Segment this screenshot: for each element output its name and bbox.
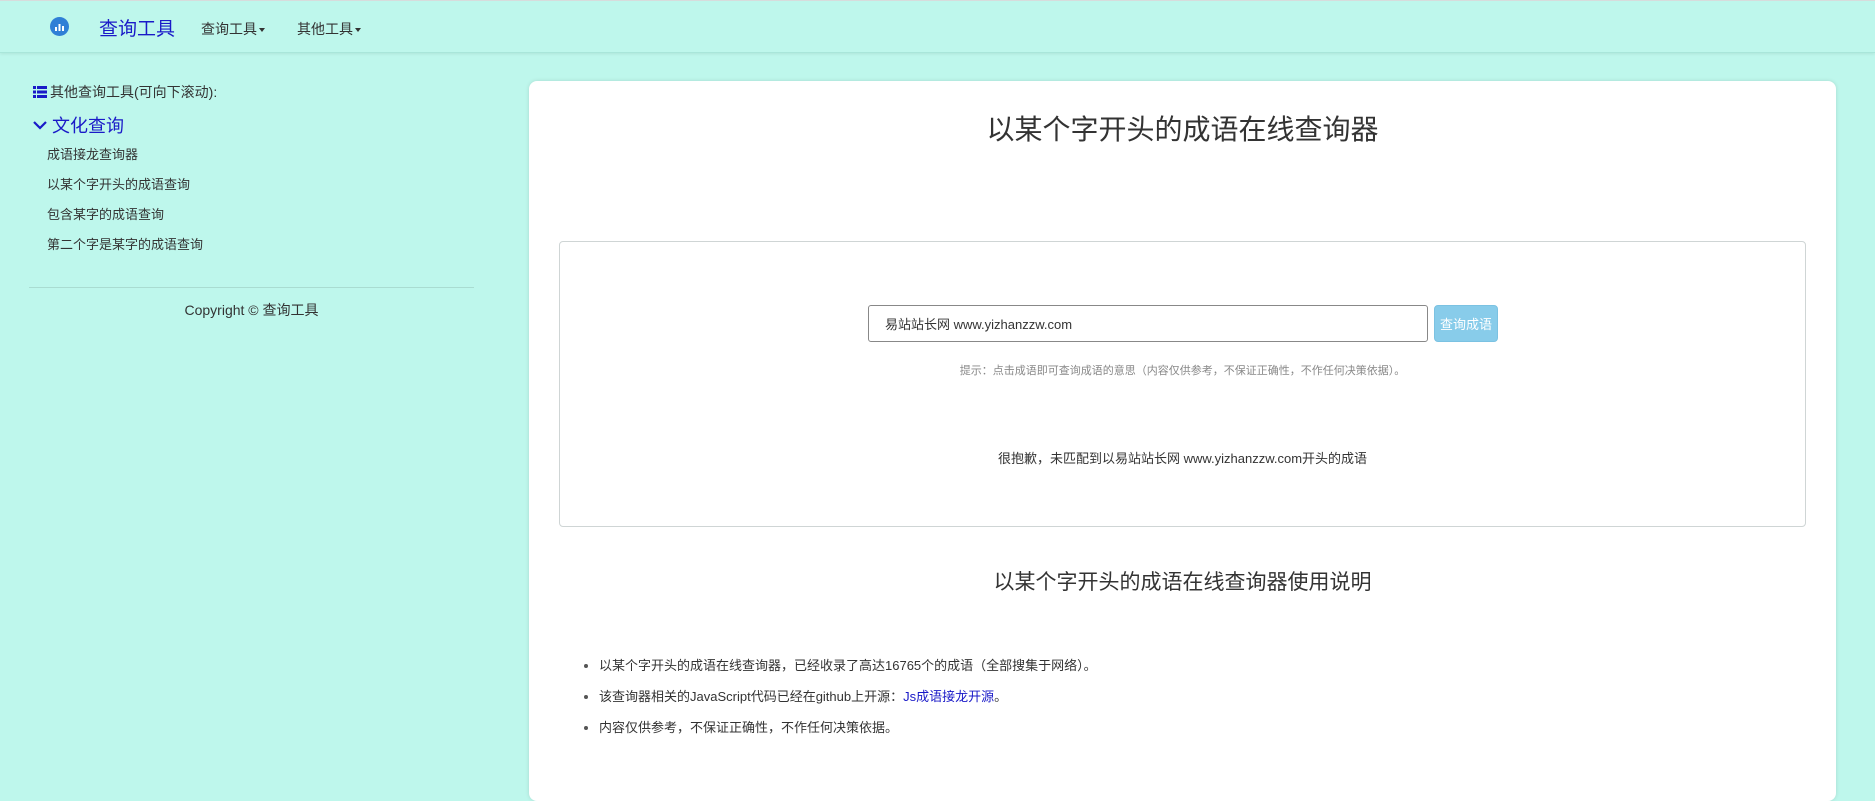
- nav-menu-label: 查询工具: [201, 21, 257, 37]
- github-source-link[interactable]: Js成语接龙开源: [903, 689, 994, 704]
- search-idiom-button[interactable]: 查询成语: [1434, 305, 1498, 342]
- usage-title: 以某个字开头的成语在线查询器使用说明: [993, 571, 1372, 594]
- result-message: 很抱歉，未匹配到以易站站长网 www.yizhanzzw.com开头的成语: [997, 451, 1368, 466]
- nav-menu-query-tools[interactable]: 查询工具: [201, 19, 265, 39]
- caret-down-icon: [259, 28, 265, 33]
- caret-down-icon: [355, 28, 361, 33]
- sidebar-header: 其他查询工具(可向下滚动):: [33, 82, 217, 102]
- usage-list: 以某个字开头的成语在线查询器，已经收录了高达16765个的成语（全部搜集于网络）…: [583, 650, 1097, 743]
- list-item: 以某个字开头的成语在线查询器，已经收录了高达16765个的成语（全部搜集于网络）…: [599, 650, 1097, 681]
- sidebar-item-idiom-chain[interactable]: 成语接龙查询器: [47, 144, 138, 163]
- brand-title[interactable]: 查询工具: [99, 14, 175, 41]
- sidebar-item-idiom-start[interactable]: 以某个字开头的成语查询: [47, 174, 190, 193]
- list-icon: [33, 86, 47, 98]
- chevron-down-icon: [33, 121, 47, 130]
- nav-menu-label: 其他工具: [297, 21, 353, 37]
- usage-item-suffix: 。: [994, 689, 1008, 704]
- list-item: 内容仅供参考，不保证正确性，不作任何决策依据。: [599, 712, 1097, 743]
- page-title: 以某个字开头的成语在线查询器: [986, 114, 1379, 145]
- sidebar-item-idiom-contains[interactable]: 包含某字的成语查询: [47, 204, 164, 223]
- list-item: 该查询器相关的JavaScript代码已经在github上开源：Js成语接龙开源…: [599, 681, 1097, 712]
- hint-text: 提示：点击成语即可查询成语的意思（内容仅供参考，不保证正确性，不作任何决策依据）…: [959, 365, 1406, 377]
- sidebar-item-idiom-second-char[interactable]: 第二个字是某字的成语查询: [47, 234, 203, 253]
- main-card: 以某个字开头的成语在线查询器 查询成语 提示：点击成语即可查询成语的意思（内容仅…: [529, 81, 1836, 801]
- chart-logo-icon[interactable]: [50, 17, 69, 36]
- search-input[interactable]: [868, 305, 1428, 342]
- sidebar-category-culture[interactable]: 文化查询: [33, 112, 124, 138]
- usage-item-text: 以某个字开头的成语在线查询器，已经收录了高达16765个的成语（全部搜集于网络）…: [599, 658, 1097, 673]
- sidebar-header-label: 其他查询工具(可向下滚动):: [50, 84, 218, 100]
- nav-menu-other-tools[interactable]: 其他工具: [297, 19, 361, 39]
- sidebar-divider: [29, 287, 474, 288]
- category-label: 文化查询: [52, 116, 124, 136]
- query-panel: 查询成语 提示：点击成语即可查询成语的意思（内容仅供参考，不保证正确性，不作任何…: [559, 241, 1806, 527]
- usage-item-text: 该查询器相关的JavaScript代码已经在github上开源：: [599, 689, 904, 704]
- usage-item-text: 内容仅供参考，不保证正确性，不作任何决策依据。: [599, 720, 899, 735]
- copyright-text: Copyright © 查询工具: [184, 302, 319, 318]
- top-navbar: 查询工具 查询工具 其他工具: [0, 0, 1875, 53]
